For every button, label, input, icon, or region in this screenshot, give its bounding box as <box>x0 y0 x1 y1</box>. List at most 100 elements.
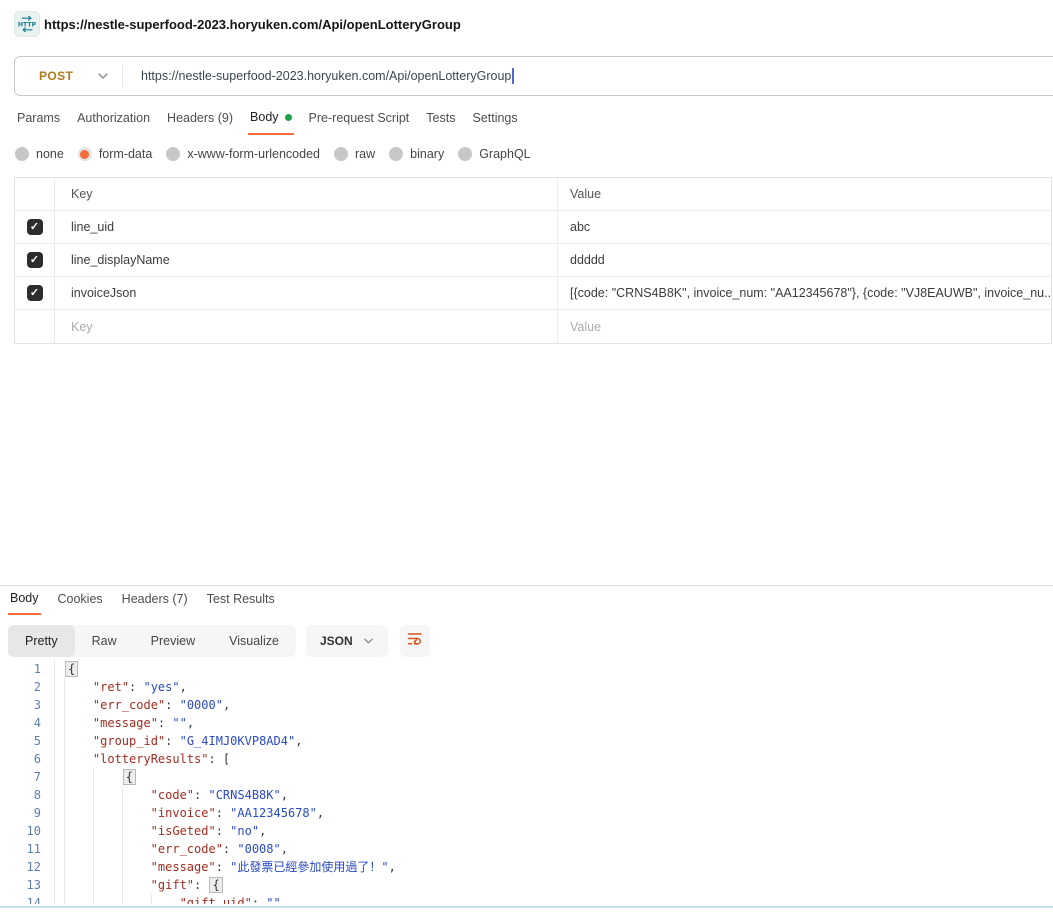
line-number: 8 <box>0 786 55 804</box>
mode-raw[interactable]: raw <box>334 147 375 161</box>
row-checkbox[interactable]: ✓ <box>27 285 43 301</box>
line-number: 11 <box>0 840 55 858</box>
response-tab-test-results[interactable]: Test Results <box>205 589 277 615</box>
tab-headers[interactable]: Headers (9) <box>165 107 235 135</box>
line-number: 12 <box>0 858 55 876</box>
response-tab-headers[interactable]: Headers (7) <box>120 589 190 615</box>
mode-graphql[interactable]: GraphQL <box>458 147 530 161</box>
horizontal-scrollbar[interactable] <box>0 906 1053 908</box>
response-divider <box>0 585 1053 586</box>
line-number: 9 <box>0 804 55 822</box>
response-body-code[interactable]: 1 { 2 "ret": "yes", 3 "err_code": "0000"… <box>0 660 1053 904</box>
row-key-cell[interactable]: invoiceJson <box>54 277 557 309</box>
row-key-placeholder[interactable]: Key <box>54 310 557 343</box>
code-text: "lotteryResults": [ <box>55 750 230 768</box>
body-unsaved-dot <box>285 114 292 121</box>
format-select[interactable]: JSON <box>306 625 388 657</box>
method-label: POST <box>39 69 73 83</box>
code-text: "gift_uid": "", <box>55 894 288 904</box>
chevron-down-icon <box>97 72 109 80</box>
http-request-icon: HTTP <box>14 11 40 37</box>
view-mode-raw[interactable]: Raw <box>75 625 134 657</box>
url-value: https://nestle-superfood-2023.horyuken.c… <box>141 69 511 83</box>
view-mode-visualize[interactable]: Visualize <box>212 625 296 657</box>
line-number: 1 <box>0 660 55 678</box>
form-data-table: Key Value ✓ line_uid abc ✓ line_displayN <box>14 177 1052 344</box>
tab-settings[interactable]: Settings <box>470 107 519 135</box>
code-text: "err_code": "0000", <box>55 696 230 714</box>
chevron-down-icon <box>363 634 374 648</box>
response-tab-body[interactable]: Body <box>8 589 41 615</box>
header-checkbox-cell <box>15 178 54 210</box>
checkbox-cell: ✓ <box>15 211 54 243</box>
method-dropdown[interactable]: POST <box>15 57 122 95</box>
mode-binary[interactable]: binary <box>389 147 444 161</box>
wrap-lines-button[interactable] <box>400 625 430 657</box>
line-number: 4 <box>0 714 55 732</box>
code-line: 12 "message": "此發票已經參加使用過了！", <box>0 858 1053 876</box>
table-row-placeholder: Key Value <box>15 310 1051 343</box>
wrap-lines-icon <box>407 631 423 652</box>
line-number: 7 <box>0 768 55 786</box>
code-text: "code": "CRNS4B8K", <box>55 786 288 804</box>
code-line: 14 "gift_uid": "", <box>0 894 1053 904</box>
checkbox-cell: ✓ <box>15 244 54 276</box>
tab-body-label: Body <box>250 110 279 124</box>
page-title: https://nestle-superfood-2023.horyuken.c… <box>44 0 461 50</box>
radio-icon <box>166 147 180 161</box>
mode-none[interactable]: none <box>15 147 64 161</box>
row-key-cell[interactable]: line_uid <box>54 211 557 243</box>
row-value-placeholder[interactable]: Value <box>557 310 1051 343</box>
tab-authorization[interactable]: Authorization <box>75 107 152 135</box>
code-text: "message": "此發票已經參加使用過了！", <box>55 858 396 876</box>
response-tab-cookies[interactable]: Cookies <box>56 589 105 615</box>
response-tabs: Body Cookies Headers (7) Test Results <box>8 589 277 615</box>
tab-pre-request-script[interactable]: Pre-request Script <box>307 107 412 135</box>
line-number: 5 <box>0 732 55 750</box>
tab-params[interactable]: Params <box>15 107 62 135</box>
radio-selected-icon <box>78 147 92 161</box>
format-select-value: JSON <box>320 634 353 648</box>
code-line: 9 "invoice": "AA12345678", <box>0 804 1053 822</box>
url-input[interactable]: https://nestle-superfood-2023.horyuken.c… <box>123 57 514 95</box>
code-line: 5 "group_id": "G_4IMJ0KVP8AD4", <box>0 732 1053 750</box>
view-mode-pretty[interactable]: Pretty <box>8 625 75 657</box>
code-text: "ret": "yes", <box>55 678 187 696</box>
code-line: 10 "isGeted": "no", <box>0 822 1053 840</box>
table-row: ✓ line_displayName ddddd <box>15 244 1051 277</box>
code-line: 8 "code": "CRNS4B8K", <box>0 786 1053 804</box>
code-text: { <box>55 768 137 786</box>
code-line: 2 "ret": "yes", <box>0 678 1053 696</box>
row-key-cell[interactable]: line_displayName <box>54 244 557 276</box>
tab-tests[interactable]: Tests <box>424 107 457 135</box>
line-number: 6 <box>0 750 55 768</box>
mode-x-www-form-urlencoded[interactable]: x-www-form-urlencoded <box>166 147 320 161</box>
row-checkbox[interactable]: ✓ <box>27 252 43 268</box>
body-mode-options: none form-data x-www-form-urlencoded raw… <box>15 147 531 161</box>
code-line: 4 "message": "", <box>0 714 1053 732</box>
row-value-cell[interactable]: abc <box>557 211 1051 243</box>
code-text: "invoice": "AA12345678", <box>55 804 324 822</box>
code-line: 11 "err_code": "0008", <box>0 840 1053 858</box>
code-line: 6 "lotteryResults": [ <box>0 750 1053 768</box>
radio-icon <box>389 147 403 161</box>
view-mode-preview[interactable]: Preview <box>134 625 212 657</box>
radio-icon <box>15 147 29 161</box>
postman-request-window: HTTP https://nestle-superfood-2023.horyu… <box>0 0 1053 914</box>
row-value-cell[interactable]: ddddd <box>557 244 1051 276</box>
radio-icon <box>334 147 348 161</box>
request-url-bar: POST https://nestle-superfood-2023.horyu… <box>14 56 1053 96</box>
column-header-value: Value <box>557 178 1051 210</box>
code-text: "err_code": "0008", <box>55 840 288 858</box>
request-tabs: Params Authorization Headers (9) Body Pr… <box>15 107 520 135</box>
column-header-key: Key <box>54 178 557 210</box>
table-rows: ✓ line_uid abc ✓ line_displayName ddddd … <box>15 211 1051 310</box>
tab-body[interactable]: Body <box>248 107 294 135</box>
mode-form-data[interactable]: form-data <box>78 147 153 161</box>
line-number: 3 <box>0 696 55 714</box>
code-line: 13 "gift": { <box>0 876 1053 894</box>
row-checkbox[interactable]: ✓ <box>27 219 43 235</box>
checkbox-cell <box>15 310 54 343</box>
code-text: "gift": { <box>55 876 224 894</box>
row-value-cell[interactable]: [{code: "CRNS4B8K", invoice_num: "AA1234… <box>557 277 1051 309</box>
